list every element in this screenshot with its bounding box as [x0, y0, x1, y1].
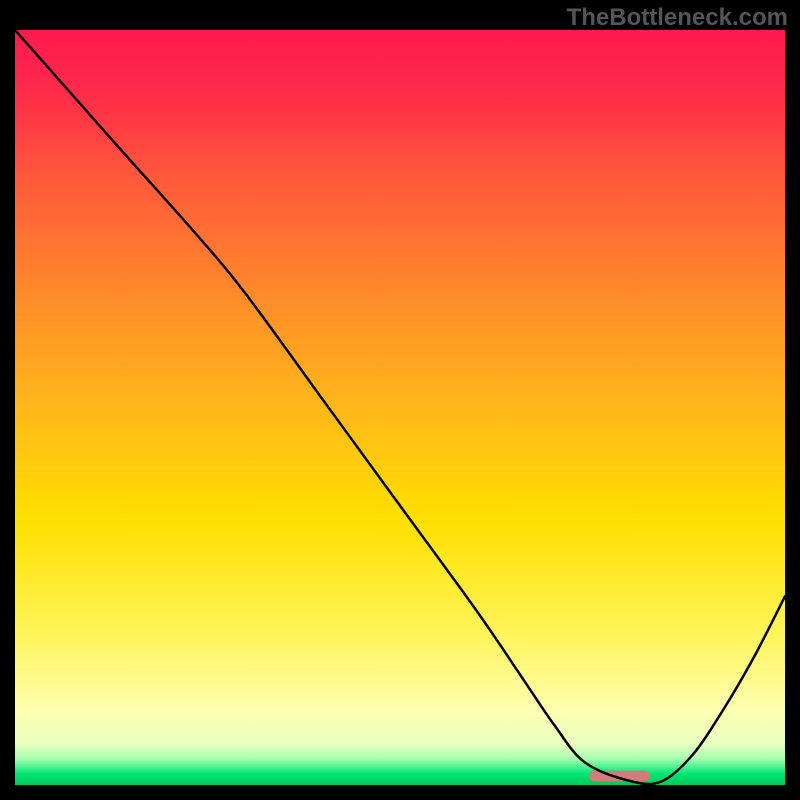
highlight-marker — [589, 771, 651, 782]
gradient-background — [15, 30, 785, 785]
watermark-text: TheBottleneck.com — [567, 4, 788, 32]
bottleneck-chart: TheBottleneck.com — [0, 0, 800, 800]
plot-svg — [0, 0, 800, 800]
